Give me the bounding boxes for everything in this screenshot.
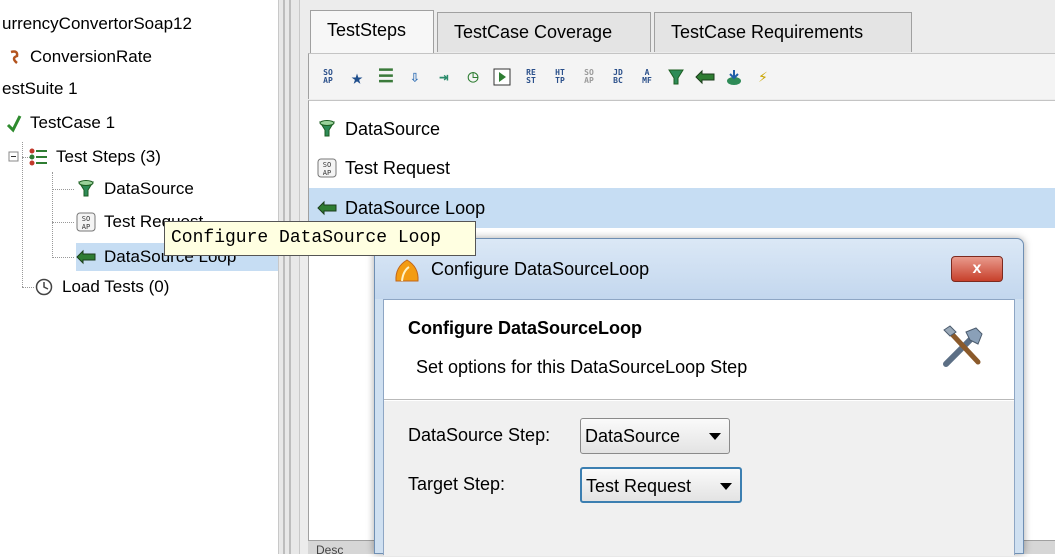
- datasource-loop-icon: [76, 247, 96, 267]
- tab-testcase-coverage[interactable]: TestCase Coverage: [437, 12, 651, 52]
- datasink-icon[interactable]: [723, 66, 745, 88]
- clock-icon[interactable]: ◷: [462, 66, 484, 88]
- tree-item-label: Test Steps (3): [56, 147, 161, 166]
- dialog-body: Configure DataSourceLoop Set options for…: [383, 299, 1015, 556]
- http-request-icon[interactable]: HT TP: [549, 66, 571, 88]
- step-toolbar: SO AP ★ ☰ ⇩ ⇥ ◷ RE ST HT TP SO AP JD BC A MF ⚡: [308, 53, 1055, 99]
- tree-item-label: urrencyConvertorSoap12: [2, 14, 192, 33]
- datasource-icon: [317, 119, 337, 139]
- tree-item-test-steps[interactable]: Test Steps (3): [8, 143, 163, 171]
- datasource-step-select[interactable]: DataSource: [580, 418, 730, 454]
- tree-item-label: Load Tests (0): [62, 277, 170, 296]
- step-label: DataSource: [345, 118, 441, 139]
- svg-text:AP: AP: [323, 169, 331, 177]
- target-step-select[interactable]: Test Request: [580, 467, 742, 503]
- step-label: Test Request: [345, 157, 451, 178]
- tree-item-label: estSuite 1: [2, 79, 78, 98]
- test-steps-icon: [28, 147, 48, 167]
- close-button[interactable]: x: [951, 256, 1003, 282]
- target-step-label: Target Step:: [408, 474, 506, 494]
- tree-item-testsuite[interactable]: estSuite 1: [0, 75, 80, 103]
- tree-item-interface[interactable]: urrencyConvertorSoap12: [0, 10, 194, 38]
- tree-item-label: TestCase 1: [30, 113, 116, 132]
- panel-splitter[interactable]: [278, 0, 300, 554]
- load-tests-icon: [34, 277, 54, 297]
- tools-icon: [940, 324, 986, 375]
- soap-request-icon: SO AP: [76, 212, 96, 232]
- soap-mock-icon[interactable]: SO AP: [578, 66, 600, 88]
- step-item-test-request[interactable]: SO AP Test Request: [309, 148, 1055, 188]
- jdbc-request-icon[interactable]: JD BC: [607, 66, 629, 88]
- amf-request-icon[interactable]: A MF: [636, 66, 658, 88]
- tab-teststeps[interactable]: TestSteps: [310, 10, 434, 53]
- configure-datasourceloop-dialog: Configure DataSourceLoop x Configure Dat…: [374, 238, 1024, 556]
- transfer-icon[interactable]: ⇩: [404, 66, 426, 88]
- tab-label: TestCase Requirements: [671, 22, 864, 42]
- soap-request-icon: SO AP: [317, 158, 337, 178]
- datasource-icon[interactable]: [665, 66, 687, 88]
- svg-text:SO: SO: [323, 161, 331, 169]
- tree-item-load-tests[interactable]: Load Tests (0): [34, 273, 171, 301]
- dialog-header: Configure DataSourceLoop Set options for…: [384, 300, 1014, 400]
- step-label: DataSource Loop: [345, 197, 486, 218]
- tree-item-label: ConversionRate: [30, 47, 152, 66]
- list-icon[interactable]: ☰: [375, 66, 397, 88]
- datasource-step-value: DataSource: [585, 426, 681, 446]
- tree-item-datasource[interactable]: DataSource: [76, 175, 196, 203]
- dialog-subheading: Set options for this DataSourceLoop Step: [416, 357, 748, 377]
- collapse-toggle-icon[interactable]: [8, 147, 22, 167]
- arrow-icon[interactable]: ⇥: [433, 66, 455, 88]
- star-icon[interactable]: ★: [346, 66, 368, 88]
- operation-icon: [8, 47, 22, 67]
- tab-label: TestCase Coverage: [454, 22, 613, 42]
- groovy-icon[interactable]: ⚡: [752, 66, 774, 88]
- datasource-icon: [76, 179, 96, 199]
- rest-request-icon[interactable]: RE ST: [520, 66, 542, 88]
- project-tree: urrencyConvertorSoap12 ConversionRate es…: [0, 0, 278, 554]
- tab-label: TestSteps: [327, 20, 407, 40]
- description-label: Desc: [316, 543, 344, 557]
- tree-item-operation[interactable]: ConversionRate: [8, 43, 154, 71]
- tree-item-label: DataSource: [104, 179, 194, 198]
- target-step-value: Test Request: [586, 476, 692, 496]
- datasource-loop-icon[interactable]: [694, 66, 716, 88]
- tab-bar: TestSteps TestCase Coverage TestCase Req…: [300, 0, 1055, 53]
- datasource-loop-icon: [317, 198, 337, 218]
- chevron-down-icon: [720, 483, 732, 490]
- soap-request-icon[interactable]: SO AP: [317, 66, 339, 88]
- step-item-datasource[interactable]: DataSource: [309, 109, 1055, 149]
- tree-item-testcase[interactable]: TestCase 1: [6, 109, 117, 137]
- soapui-logo-icon: [393, 257, 421, 288]
- run-icon[interactable]: [491, 66, 513, 88]
- testcase-icon: [6, 113, 22, 133]
- dialog-form: DataSource Step: DataSource Target Step:…: [384, 401, 1014, 556]
- chevron-down-icon: [709, 433, 721, 440]
- tooltip: Configure DataSource Loop: [164, 221, 476, 256]
- dialog-title: Configure DataSourceLoop: [431, 259, 650, 279]
- dialog-heading: Configure DataSourceLoop: [408, 318, 643, 338]
- svg-text:SO: SO: [82, 215, 90, 223]
- svg-text:AP: AP: [82, 223, 90, 231]
- datasource-step-label: DataSource Step:: [408, 425, 551, 445]
- tab-testcase-requirements[interactable]: TestCase Requirements: [654, 12, 912, 52]
